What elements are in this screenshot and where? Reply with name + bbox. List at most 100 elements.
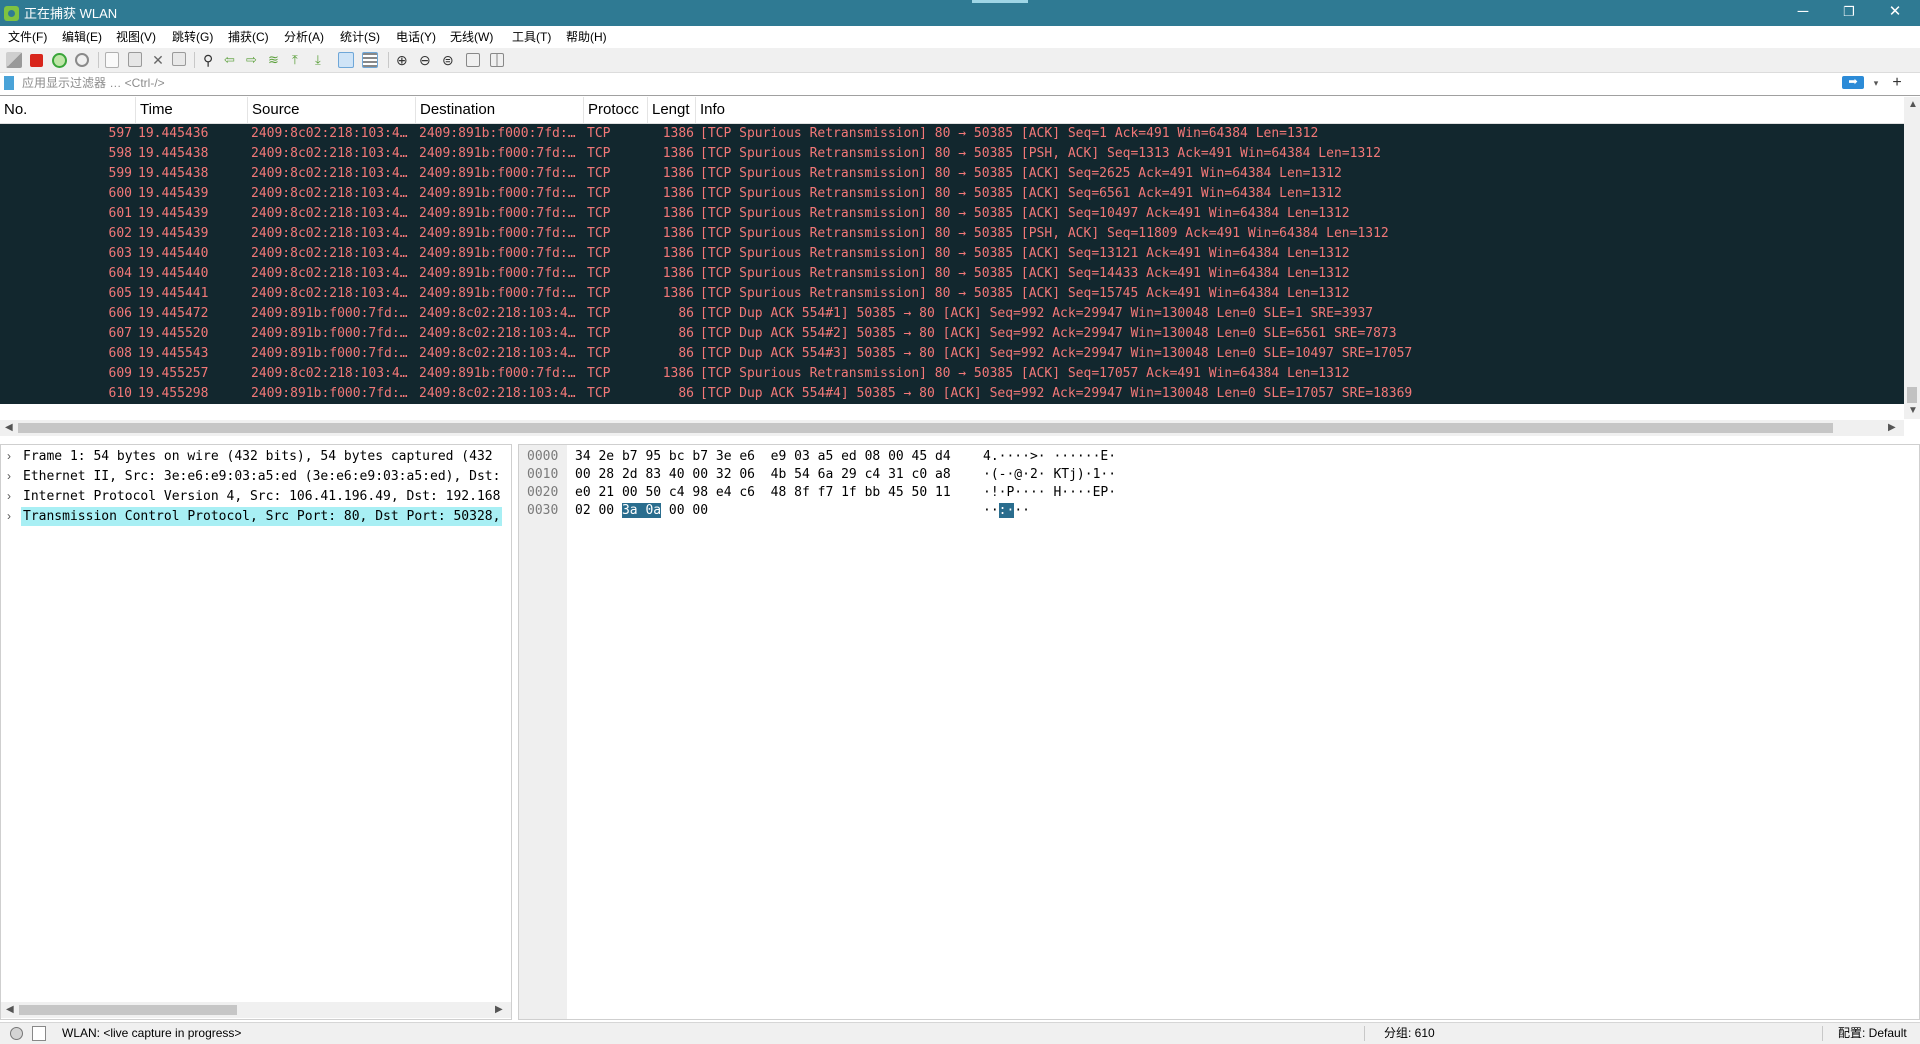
menu-tools[interactable]: 工具(T) (512, 29, 551, 45)
column-header-no[interactable]: No. (0, 97, 136, 123)
column-header-length[interactable]: Lengt (648, 97, 696, 123)
packet-row[interactable]: 598 19.445438 2409:8c02:218:103:4… 2409:891… (0, 144, 1904, 164)
expert-info-icon[interactable] (10, 1027, 23, 1040)
cell-source: 2409:8c02:218:103:4… (251, 246, 408, 261)
packet-row[interactable]: 608 19.445543 2409:891b:f000:7fd:… 2409:8c0… (0, 344, 1904, 364)
column-header-time[interactable]: Time (136, 97, 248, 123)
menu-view[interactable]: 视图(V) (116, 29, 156, 45)
apply-filter-icon[interactable]: ➡ (1842, 76, 1864, 89)
colorize-icon[interactable] (362, 52, 378, 68)
tree-item-ethernet[interactable]: › Ethernet II, Src: 3e:e6:e9:03:a5:ed (3… (1, 467, 511, 486)
last-packet-icon[interactable]: ⤓ (315, 52, 331, 68)
cell-destination: 2409:891b:f000:7fd:… (419, 166, 576, 181)
menu-capture[interactable]: 捕获(C) (228, 29, 269, 45)
packet-row[interactable]: 606 19.445472 2409:891b:f000:7fd:… 2409:8c0… (0, 304, 1904, 324)
packet-list[interactable]: 597 19.445436 2409:8c02:218:103:4… 2409:891… (0, 124, 1904, 404)
zoom-reset-icon[interactable]: ⊜ (442, 52, 458, 68)
hex-bytes[interactable]: 02 00 3a 0a 00 00 (575, 502, 708, 520)
packet-row[interactable]: 603 19.445440 2409:8c02:218:103:4… 2409:891… (0, 244, 1904, 264)
ascii-bytes[interactable]: ·(-·@·2· KTj)·1·· (983, 466, 1116, 484)
scrollbar-thumb[interactable] (19, 1005, 237, 1015)
ascii-bytes[interactable]: ··:··· (983, 502, 1030, 520)
menu-edit[interactable]: 编辑(E) (62, 29, 102, 45)
packet-row[interactable]: 601 19.445439 2409:8c02:218:103:4… 2409:891… (0, 204, 1904, 224)
go-to-packet-icon[interactable]: ≋ (268, 52, 284, 68)
menu-bar: 文件(F) 编辑(E) 视图(V) 跳转(G) 捕获(C) 分析(A) 统计(S… (0, 26, 1920, 48)
restart-capture-icon[interactable] (52, 53, 67, 68)
close-button[interactable]: ✕ (1872, 0, 1918, 26)
packet-list-horizontal-scrollbar[interactable]: ◀ ▶ (0, 420, 1904, 436)
capture-options-icon[interactable] (75, 53, 89, 67)
chevron-right-icon[interactable]: › (7, 507, 11, 526)
hex-bytes[interactable]: 00 28 2d 83 40 00 32 06 4b 54 6a 29 c4 3… (575, 466, 951, 484)
cell-time: 19.445436 (138, 126, 209, 141)
menu-help[interactable]: 帮助(H) (566, 29, 607, 45)
column-header-source[interactable]: Source (248, 97, 416, 123)
add-filter-button-icon[interactable]: + (1889, 74, 1905, 92)
layout-icon[interactable] (490, 53, 504, 67)
packet-row[interactable]: 607 19.445520 2409:891b:f000:7fd:… 2409:8c0… (0, 324, 1904, 344)
zoom-in-icon[interactable]: ⊕ (396, 52, 412, 68)
packet-row[interactable]: 597 19.445436 2409:8c02:218:103:4… 2409:891… (0, 124, 1904, 144)
display-filter-input[interactable] (20, 75, 1844, 91)
menu-statistics[interactable]: 统计(S) (340, 29, 380, 45)
scroll-down-icon[interactable]: ▼ (1908, 403, 1918, 419)
go-back-icon[interactable]: ⇦ (224, 52, 240, 68)
scrollbar-thumb[interactable] (1907, 387, 1917, 403)
menu-telephony[interactable]: 电话(Y) (396, 29, 436, 45)
minimize-button[interactable]: ─ (1780, 0, 1826, 26)
tree-item-frame[interactable]: › Frame 1: 54 bytes on wire (432 bits), … (1, 447, 511, 466)
chevron-right-icon[interactable]: › (7, 447, 11, 466)
zoom-out-icon[interactable]: ⊖ (419, 52, 435, 68)
go-forward-icon[interactable]: ⇨ (246, 52, 262, 68)
hex-bytes[interactable]: e0 21 00 50 c4 98 e4 c6 48 8f f7 1f bb 4… (575, 484, 951, 502)
tree-item-ipv4[interactable]: › Internet Protocol Version 4, Src: 106.… (1, 487, 511, 506)
save-file-icon[interactable] (128, 52, 142, 67)
menu-go[interactable]: 跳转(G) (172, 29, 213, 45)
find-packet-icon[interactable]: ⚲ (203, 52, 219, 68)
filter-bookmark-icon[interactable] (4, 76, 14, 90)
packet-row[interactable]: 600 19.445439 2409:8c02:218:103:4… 2409:891… (0, 184, 1904, 204)
close-file-icon[interactable]: ✕ (150, 52, 166, 68)
tree-item-tcp[interactable]: › Transmission Control Protocol, Src Por… (1, 507, 511, 526)
cell-destination: 2409:8c02:218:103:4… (419, 306, 576, 321)
details-horizontal-scrollbar[interactable]: ◀ ▶ (1, 1002, 511, 1018)
packet-row[interactable]: 610 19.455298 2409:891b:f000:7fd:… 2409:8c0… (0, 384, 1904, 404)
packet-row[interactable]: 605 19.445441 2409:8c02:218:103:4… 2409:891… (0, 284, 1904, 304)
edit-comment-icon[interactable] (32, 1026, 46, 1041)
scrollbar-thumb[interactable] (18, 423, 1833, 433)
chevron-right-icon[interactable]: › (7, 487, 11, 506)
open-file-icon[interactable] (105, 52, 119, 68)
scroll-up-icon[interactable]: ▲ (1908, 97, 1918, 113)
column-header-destination[interactable]: Destination (416, 97, 584, 123)
shark-fin-start-icon[interactable] (6, 52, 22, 68)
scroll-right-icon[interactable]: ▶ (1888, 420, 1896, 436)
tree-item-label: Ethernet II, Src: 3e:e6:e9:03:a5:ed (3e:… (23, 469, 501, 484)
scroll-right-icon[interactable]: ▶ (495, 1002, 503, 1018)
packet-list-vertical-scrollbar[interactable]: ▲ ▼ (1904, 97, 1920, 419)
filter-dropdown-icon[interactable]: ▾ (1870, 76, 1882, 90)
menu-file[interactable]: 文件(F) (8, 29, 47, 45)
column-header-protocol[interactable]: Protocc (584, 97, 648, 123)
packet-row[interactable]: 604 19.445440 2409:8c02:218:103:4… 2409:891… (0, 264, 1904, 284)
cell-length: 1386 (662, 366, 694, 381)
reload-file-icon[interactable] (172, 52, 186, 66)
maximize-button[interactable]: ❐ (1826, 0, 1872, 26)
autoscroll-icon[interactable] (338, 52, 354, 68)
ascii-bytes[interactable]: ·!·P···· H····EP· (983, 484, 1116, 502)
menu-analyze[interactable]: 分析(A) (284, 29, 324, 45)
column-header-info[interactable]: Info (696, 97, 1904, 123)
scroll-left-icon[interactable]: ◀ (5, 420, 13, 436)
hex-bytes[interactable]: 34 2e b7 95 bc b7 3e e6 e9 03 a5 ed 08 0… (575, 448, 951, 466)
profile-label[interactable]: 配置: Default (1838, 1026, 1907, 1041)
stop-capture-icon[interactable] (30, 54, 43, 67)
packet-row[interactable]: 609 19.455257 2409:8c02:218:103:4… 2409:891… (0, 364, 1904, 384)
ascii-bytes[interactable]: 4.····>· ······E· (983, 448, 1116, 466)
first-packet-icon[interactable]: ⤒ (292, 52, 308, 68)
packet-row[interactable]: 599 19.445438 2409:8c02:218:103:4… 2409:891… (0, 164, 1904, 184)
scroll-left-icon[interactable]: ◀ (6, 1002, 14, 1018)
resize-columns-icon[interactable] (466, 53, 480, 67)
menu-wireless[interactable]: 无线(W) (450, 29, 493, 45)
chevron-right-icon[interactable]: › (7, 467, 11, 486)
packet-row[interactable]: 602 19.445439 2409:8c02:218:103:4… 2409:891… (0, 224, 1904, 244)
